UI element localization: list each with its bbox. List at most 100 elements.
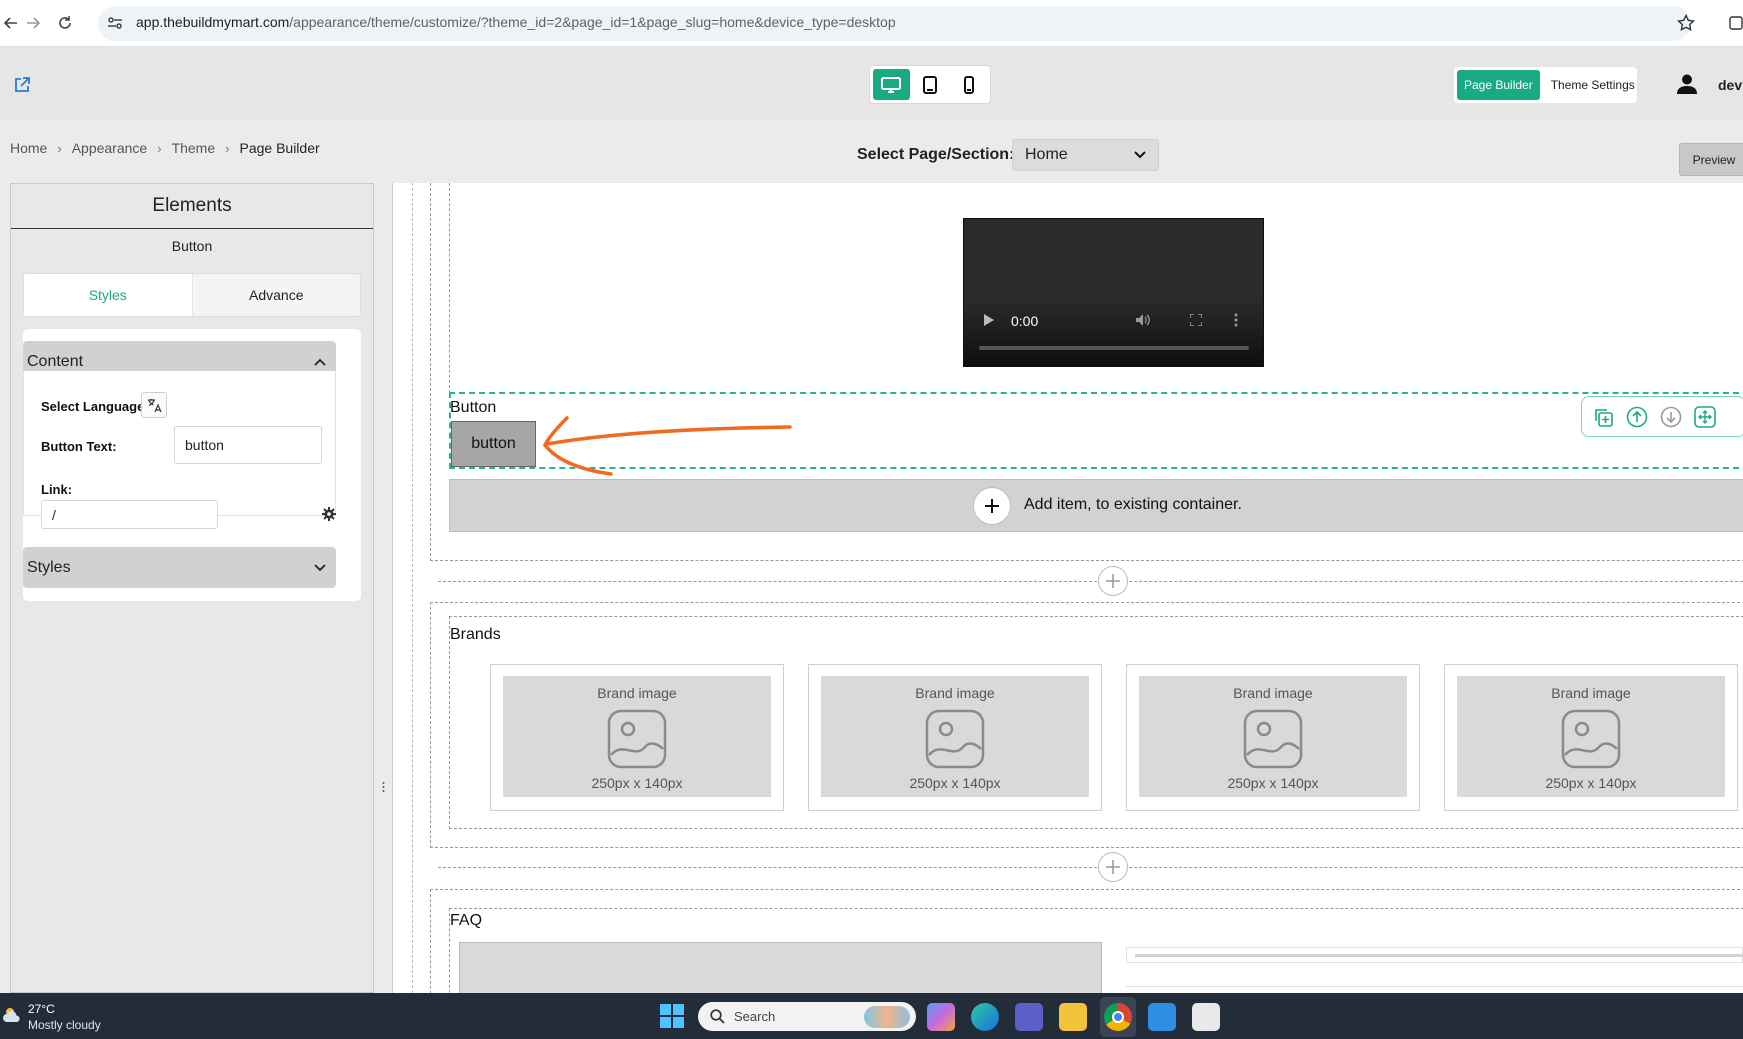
block-toolbar: [1581, 396, 1743, 437]
brand-image-size: 250px x 140px: [1227, 775, 1319, 791]
fullscreen-icon[interactable]: [1190, 314, 1202, 326]
tablet-view-button[interactable]: [912, 69, 949, 100]
chevron-down-icon: [1134, 151, 1146, 159]
panel-resize-handle[interactable]: [381, 183, 386, 993]
page-select-value: Home: [1025, 146, 1068, 163]
site-settings-icon[interactable]: [106, 14, 124, 32]
file-explorer-icon[interactable]: [1059, 1003, 1087, 1031]
section-divider: [438, 867, 1743, 868]
video-player[interactable]: 0:00: [963, 218, 1264, 367]
canvas-guide-line: [412, 183, 413, 993]
chevron-down-icon: [314, 563, 326, 572]
duplicate-icon[interactable]: [1592, 406, 1614, 428]
link-input[interactable]: /: [41, 500, 218, 529]
mobile-view-button[interactable]: [950, 69, 987, 100]
brand-image-placeholder: Brand image 250px x 140px: [1457, 676, 1725, 797]
play-icon[interactable]: [984, 314, 994, 326]
video-controls-bg: [964, 299, 1263, 367]
add-section-plus-icon[interactable]: [1098, 566, 1128, 596]
user-name[interactable]: dev: [1718, 77, 1742, 93]
brand-card[interactable]: Brand image 250px x 140px: [808, 664, 1102, 811]
drag-move-icon[interactable]: [1694, 405, 1716, 428]
image-icon: [1561, 709, 1621, 769]
breadcrumb: Home › Appearance › Theme › Page Builder: [10, 140, 320, 156]
select-page-label: Select Page/Section:: [857, 146, 1015, 163]
content-accordion-label: Content: [27, 352, 84, 370]
back-icon[interactable]: [0, 12, 22, 34]
desktop-view-button[interactable]: [873, 69, 910, 100]
image-icon: [925, 709, 985, 769]
brand-image-placeholder: Brand image 250px x 140px: [1139, 676, 1407, 797]
link-label: Link:: [41, 482, 73, 497]
extensions-icon[interactable]: [1728, 14, 1743, 32]
tab-advance[interactable]: Advance: [193, 274, 361, 316]
breadcrumb-home[interactable]: Home: [10, 140, 47, 156]
bookmark-star-icon[interactable]: [1677, 14, 1695, 32]
breadcrumb-appearance[interactable]: Appearance: [72, 140, 148, 156]
edge-browser-icon[interactable]: [971, 1003, 999, 1031]
brand-card[interactable]: Brand image 250px x 140px: [1126, 664, 1420, 811]
styles-accordion-header[interactable]: Styles: [23, 547, 336, 588]
volume-icon[interactable]: [1135, 313, 1151, 327]
more-options-icon[interactable]: [1234, 313, 1238, 327]
builder-mode-switch: Page Builder Theme Settings: [1454, 67, 1637, 103]
search-placeholder: Search: [734, 1009, 776, 1024]
select-language-label: Select Language: [41, 399, 145, 414]
move-up-icon[interactable]: [1626, 406, 1648, 428]
copilot-icon[interactable]: [927, 1003, 955, 1031]
windows-start-icon[interactable]: [660, 1004, 684, 1028]
brand-card[interactable]: Brand image 250px x 140px: [1444, 664, 1738, 811]
taskbar-search-box[interactable]: Search: [698, 1002, 916, 1031]
snipping-tool-icon[interactable]: [1192, 1003, 1220, 1031]
translate-icon[interactable]: [141, 392, 167, 418]
tab-styles[interactable]: Styles: [24, 274, 193, 316]
chrome-icon[interactable]: [1104, 1003, 1132, 1031]
page-select[interactable]: Home: [1012, 139, 1159, 171]
brand-image-title: Brand image: [597, 685, 677, 701]
breadcrumb-theme[interactable]: Theme: [172, 140, 216, 156]
brand-image-placeholder: Brand image 250px x 140px: [503, 676, 771, 797]
preview-button[interactable]: Preview: [1679, 143, 1743, 176]
video-progress-bar[interactable]: [979, 346, 1249, 350]
brand-image-title: Brand image: [1233, 685, 1313, 701]
brand-image-placeholder: Brand image 250px x 140px: [821, 676, 1089, 797]
panel-tabs: Styles Advance: [23, 273, 361, 317]
teams-icon[interactable]: [1015, 1003, 1043, 1031]
page-builder-button[interactable]: Page Builder: [1457, 70, 1540, 100]
chevron-right-icon: ›: [157, 140, 162, 156]
search-icon: [710, 1009, 725, 1024]
forward-icon[interactable]: [22, 12, 44, 34]
faq-item-line: [1135, 954, 1743, 957]
brand-image-title: Brand image: [1551, 685, 1631, 701]
faq-item[interactable]: [1126, 986, 1743, 993]
add-item-plus-icon[interactable]: [973, 487, 1011, 525]
external-link-icon[interactable]: [13, 76, 31, 94]
button-text-label: Button Text:: [41, 439, 117, 454]
selected-element-name: Button: [171, 238, 213, 254]
button-text-input[interactable]: button: [174, 426, 322, 464]
faq-item[interactable]: [1126, 947, 1743, 963]
brand-image-size: 250px x 140px: [909, 775, 1001, 791]
theme-settings-button[interactable]: Theme Settings: [1544, 70, 1642, 100]
reload-icon[interactable]: [54, 12, 76, 34]
annotation-arrow: [542, 416, 792, 476]
weather-cloud-icon[interactable]: [2, 1005, 24, 1025]
move-down-icon[interactable]: [1660, 406, 1682, 428]
section-divider: [438, 581, 1743, 582]
gear-icon[interactable]: [322, 507, 336, 521]
brand-image-title: Brand image: [915, 685, 995, 701]
add-section-plus-icon[interactable]: [1098, 852, 1128, 882]
weather-temp[interactable]: 27°C: [28, 1002, 55, 1016]
user-icon[interactable]: [1676, 73, 1698, 95]
notepad-icon[interactable]: [1148, 1003, 1176, 1031]
url-text[interactable]: app.thebuildmymart.com/appearance/theme/…: [136, 14, 896, 30]
elements-panel: Elements Button Styles Advance Content S…: [10, 183, 374, 993]
brand-card[interactable]: Brand image 250px x 140px: [490, 664, 784, 811]
chevron-up-icon: [314, 358, 326, 366]
search-highlight-icon: [864, 1006, 910, 1028]
panel-title: Elements: [11, 184, 373, 229]
weather-desc[interactable]: Mostly cloudy: [28, 1018, 101, 1032]
button-element[interactable]: button: [451, 421, 536, 467]
brand-image-size: 250px x 140px: [1545, 775, 1637, 791]
button-block-title: Button: [450, 399, 497, 416]
